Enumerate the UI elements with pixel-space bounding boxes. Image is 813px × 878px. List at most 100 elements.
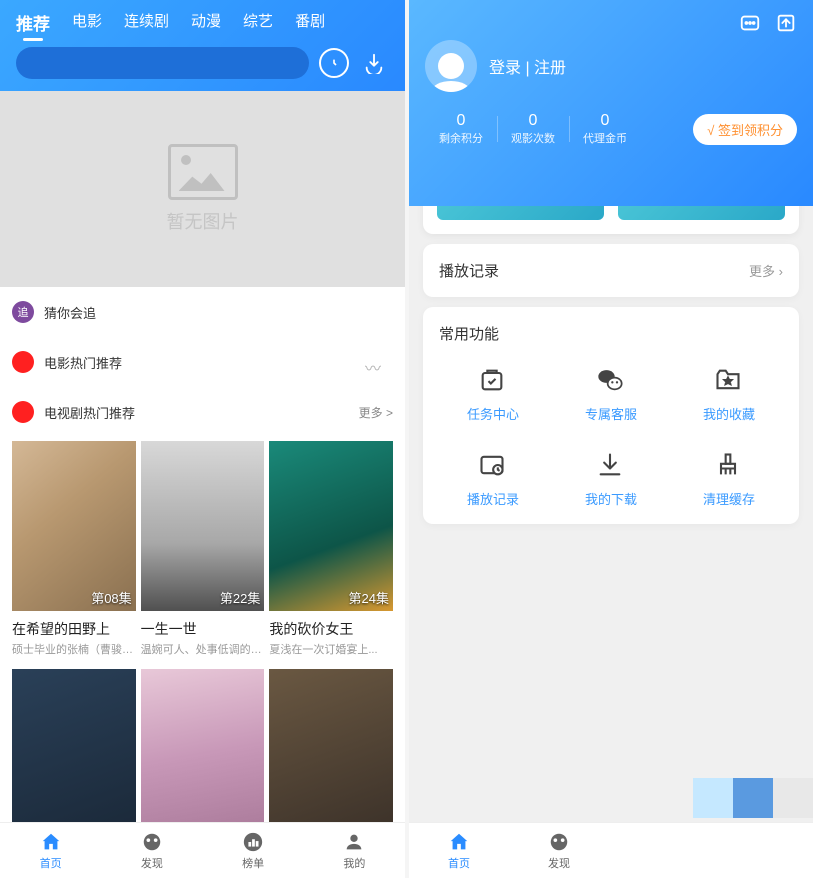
red-dot-icon bbox=[12, 351, 34, 373]
func-downloads[interactable]: 我的下载 bbox=[557, 451, 665, 508]
exchange-vip-button[interactable]: 积分换会员 bbox=[437, 206, 604, 220]
nav-discover[interactable]: 发现 bbox=[101, 823, 202, 878]
profile-row[interactable]: 登录 | 注册 bbox=[425, 40, 797, 92]
tab-recommend[interactable]: 推荐 bbox=[16, 10, 50, 35]
stat-value: 0 bbox=[583, 112, 627, 130]
section-movie-hot[interactable]: 电影热门推荐 〰 bbox=[12, 337, 393, 387]
discover-icon bbox=[548, 831, 570, 853]
poster-image bbox=[141, 669, 265, 839]
poster-card[interactable]: 第22集 一生一世 温婉可人、处事低调的业... bbox=[141, 441, 265, 657]
search-input[interactable] bbox=[16, 47, 309, 79]
share-icon[interactable] bbox=[775, 12, 797, 34]
brush-icon bbox=[714, 451, 744, 481]
nav-label: 首页 bbox=[448, 855, 470, 871]
nav-ranking[interactable]: 榜单 bbox=[203, 823, 304, 878]
download-icon[interactable] bbox=[359, 48, 389, 78]
poster-card[interactable]: 第08集 在希望的田野上 硕士毕业的张楠（曹骏饰... bbox=[12, 441, 136, 657]
history-icon[interactable] bbox=[319, 48, 349, 78]
discover-icon bbox=[141, 831, 163, 853]
func-label: 专属客服 bbox=[585, 404, 637, 423]
header-actions bbox=[425, 12, 797, 34]
poster-image bbox=[12, 669, 136, 839]
follow-badge-icon: 追 bbox=[12, 301, 34, 323]
poster-image: 第08集 bbox=[12, 441, 136, 611]
content-body: 追 猜你会追 电影热门推荐 〰 电视剧热门推荐 更多 > 第08集 在希望的田野… bbox=[0, 287, 405, 878]
tab-variety[interactable]: 综艺 bbox=[243, 10, 273, 35]
poster-subtitle: 硕士毕业的张楠（曹骏饰... bbox=[12, 641, 136, 657]
stat-label: 观影次数 bbox=[511, 130, 555, 146]
nav-label: 发现 bbox=[141, 855, 163, 871]
home-screen: 推荐 电影 连续剧 动漫 综艺 番剧 暂无图片 追 猜你会追 电影热门推荐 bbox=[0, 0, 405, 878]
history-card: 播放记录 更多 › bbox=[423, 244, 799, 297]
ranking-icon bbox=[242, 831, 264, 853]
stat-value: 0 bbox=[439, 112, 483, 130]
tab-movie[interactable]: 电影 bbox=[72, 10, 102, 35]
message-icon[interactable] bbox=[739, 12, 761, 34]
section-title: 电影热门推荐 bbox=[44, 353, 355, 372]
profile-header: 登录 | 注册 0 剩余积分 0 观影次数 0 代理金币 √ 签到领积分 bbox=[409, 0, 813, 206]
poster-card[interactable]: 第24集 我的砍价女王 夏浅在一次订婚宴上... bbox=[269, 441, 393, 657]
banner-text: 暂无图片 bbox=[167, 208, 239, 234]
section-title: 电视剧热门推荐 bbox=[44, 403, 349, 422]
func-clear-cache[interactable]: 清理缓存 bbox=[675, 451, 783, 508]
action-card: 积分换会员 分享有礼 bbox=[423, 206, 799, 234]
login-register-link[interactable]: 登录 | 注册 bbox=[489, 54, 566, 78]
episode-badge: 第24集 bbox=[349, 588, 389, 607]
banner-placeholder[interactable]: 暂无图片 bbox=[0, 91, 405, 287]
poster-title: 在希望的田野上 bbox=[12, 619, 136, 639]
func-play-history[interactable]: 播放记录 bbox=[439, 451, 547, 508]
stat-value: 0 bbox=[511, 112, 555, 130]
func-label: 播放记录 bbox=[467, 489, 519, 508]
card-title: 常用功能 bbox=[439, 323, 499, 344]
folder-star-icon bbox=[714, 366, 744, 396]
download-icon bbox=[596, 451, 626, 481]
person-icon bbox=[343, 831, 365, 853]
tab-anime[interactable]: 动漫 bbox=[191, 10, 221, 35]
nav-home[interactable]: 首页 bbox=[0, 823, 101, 878]
red-dot-icon bbox=[12, 401, 34, 423]
search-row bbox=[0, 35, 405, 79]
stat-coins[interactable]: 0 代理金币 bbox=[569, 112, 641, 146]
func-label: 我的收藏 bbox=[703, 404, 755, 423]
nav-label: 发现 bbox=[548, 855, 570, 871]
card-header: 播放记录 更多 › bbox=[439, 260, 783, 281]
func-task-center[interactable]: 任务中心 bbox=[439, 366, 547, 423]
decoration bbox=[693, 778, 813, 818]
checkin-button[interactable]: √ 签到领积分 bbox=[693, 114, 797, 145]
poster-card[interactable] bbox=[141, 669, 265, 839]
functions-card: 常用功能 任务中心 专属客服 我的收藏 播放记录 bbox=[423, 307, 799, 524]
more-link[interactable]: 更多 > bbox=[359, 404, 393, 421]
history-icon bbox=[478, 451, 508, 481]
poster-image bbox=[269, 669, 393, 839]
poster-row: 第08集 在希望的田野上 硕士毕业的张楠（曹骏饰... 第22集 一生一世 温婉… bbox=[12, 441, 393, 657]
avatar-icon bbox=[425, 40, 477, 92]
tab-bangumi[interactable]: 番剧 bbox=[295, 10, 325, 35]
poster-subtitle: 温婉可人、处事低调的业... bbox=[141, 641, 265, 657]
poster-title: 我的砍价女王 bbox=[269, 619, 393, 639]
task-icon bbox=[478, 366, 508, 396]
stat-points[interactable]: 0 剩余积分 bbox=[425, 112, 497, 146]
stat-views[interactable]: 0 观影次数 bbox=[497, 112, 569, 146]
poster-card[interactable] bbox=[269, 669, 393, 839]
share-reward-button[interactable]: 分享有礼 bbox=[618, 206, 785, 220]
episode-badge: 第08集 bbox=[91, 588, 131, 607]
bottom-nav: 首页 发现 榜单 我的 bbox=[0, 822, 405, 878]
bottom-nav: 首页 发现 bbox=[409, 822, 813, 878]
poster-card[interactable] bbox=[12, 669, 136, 839]
section-tv-hot[interactable]: 电视剧热门推荐 更多 > bbox=[12, 387, 393, 437]
nav-label: 我的 bbox=[343, 855, 365, 871]
nav-label: 榜单 bbox=[242, 855, 264, 871]
nav-spacer bbox=[609, 823, 813, 878]
category-tabs: 推荐 电影 连续剧 动漫 综艺 番剧 bbox=[0, 10, 405, 35]
section-guess[interactable]: 追 猜你会追 bbox=[12, 287, 393, 337]
nav-discover[interactable]: 发现 bbox=[509, 823, 609, 878]
nav-home[interactable]: 首页 bbox=[409, 823, 509, 878]
profile-screen: 登录 | 注册 0 剩余积分 0 观影次数 0 代理金币 √ 签到领积分 积分换… bbox=[409, 0, 813, 878]
tab-series[interactable]: 连续剧 bbox=[124, 10, 169, 35]
func-label: 清理缓存 bbox=[703, 489, 755, 508]
func-customer-service[interactable]: 专属客服 bbox=[557, 366, 665, 423]
home-icon bbox=[448, 831, 470, 853]
func-favorites[interactable]: 我的收藏 bbox=[675, 366, 783, 423]
more-link[interactable]: 更多 › bbox=[749, 261, 783, 280]
nav-mine[interactable]: 我的 bbox=[304, 823, 405, 878]
